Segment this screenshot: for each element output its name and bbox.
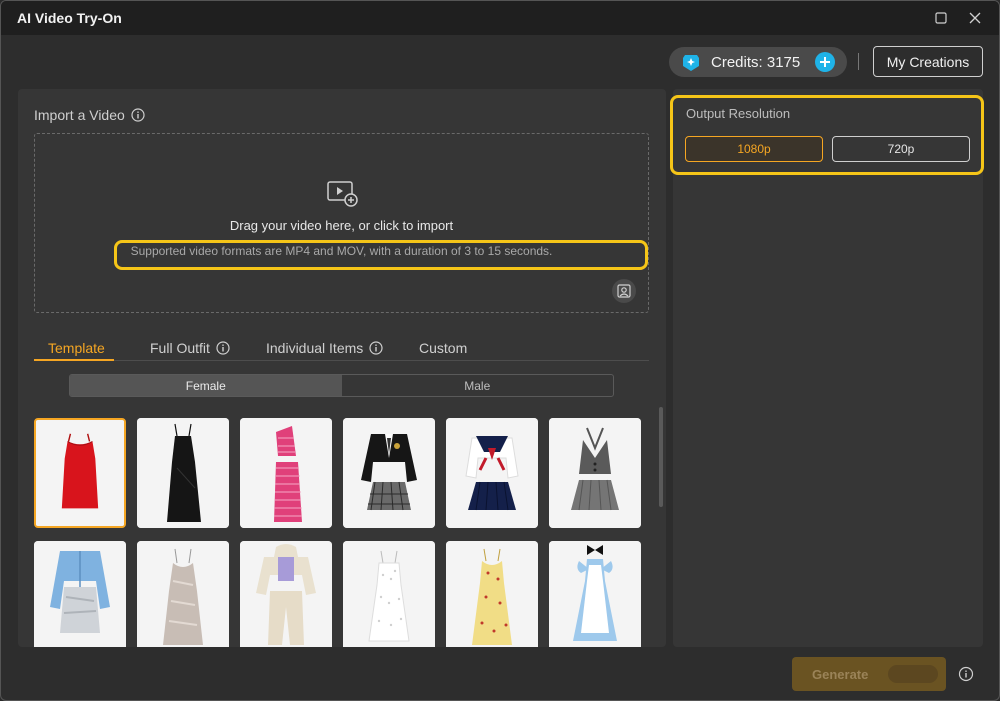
info-icon[interactable] — [958, 666, 974, 682]
close-icon[interactable] — [965, 8, 985, 28]
resolution-highlight — [670, 95, 984, 175]
video-dropzone[interactable]: Drag your video here, or click to import… — [34, 133, 649, 313]
info-icon[interactable] — [131, 108, 145, 122]
import-video-heading: Import a Video — [34, 107, 145, 123]
template-black-slip-dress[interactable] — [137, 418, 229, 528]
template-silver-slip-dress[interactable] — [137, 541, 229, 647]
info-icon — [216, 341, 230, 355]
app-window: AI Video Try-On Credits: 3175 My Creatio… — [0, 0, 1000, 701]
tab-full-outfit[interactable]: Full Outfit — [150, 340, 230, 356]
portrait-sample-button[interactable] — [612, 279, 636, 303]
template-cream-hoodie-set[interactable] — [240, 541, 332, 647]
credits-gem-icon — [683, 55, 699, 71]
template-yellow-floral-dress[interactable] — [446, 541, 538, 647]
window-title: AI Video Try-On — [17, 10, 122, 26]
settings-panel: Output Resolution 1080p 720p — [670, 89, 984, 647]
template-blue-cardigan-silver-skirt[interactable] — [34, 541, 126, 647]
template-pink-striped-set[interactable] — [240, 418, 332, 528]
tab-individual-items[interactable]: Individual Items — [266, 340, 383, 356]
portrait-icon — [617, 284, 631, 298]
credits-badge: Credits: 3175 — [669, 47, 847, 77]
dropzone-instruction: Drag your video here, or click to import — [229, 218, 454, 233]
template-grey-vest-skirt[interactable] — [549, 418, 641, 528]
active-tab-indicator — [34, 359, 114, 361]
my-creations-button[interactable]: My Creations — [873, 46, 983, 77]
outfit-tabs: Template Full Outfit Individual Items Cu… — [34, 335, 649, 361]
template-alice-blue-dress[interactable] — [549, 541, 641, 647]
import-video-label: Import a Video — [34, 107, 125, 123]
title-bar: AI Video Try-On — [1, 1, 999, 35]
plus-icon — [820, 57, 830, 67]
template-white-eyelet-dress[interactable] — [343, 541, 435, 647]
gender-male[interactable]: Male — [342, 375, 614, 396]
generate-cost-pill — [888, 665, 938, 683]
formats-highlight — [114, 240, 648, 270]
video-add-icon — [327, 181, 358, 207]
template-red-mini-dress[interactable] — [34, 418, 126, 528]
gender-toggle: Female Male — [69, 374, 614, 397]
generate-label: Generate — [812, 666, 869, 682]
maximize-icon[interactable] — [931, 8, 951, 28]
header-divider — [858, 53, 859, 70]
credits-label: Credits: 3175 — [711, 53, 801, 71]
template-scrollbar[interactable] — [659, 407, 663, 507]
tab-template[interactable]: Template — [48, 340, 105, 356]
template-sailor-uniform[interactable] — [446, 418, 538, 528]
gender-female[interactable]: Female — [70, 375, 342, 396]
template-black-blazer-plaid-skirt[interactable] — [343, 418, 435, 528]
input-panel: Import a Video Drag your video here, or … — [18, 89, 666, 647]
add-credits-button[interactable] — [815, 52, 835, 72]
info-icon — [369, 341, 383, 355]
tab-custom[interactable]: Custom — [419, 340, 467, 356]
generate-button[interactable]: Generate — [792, 657, 946, 691]
